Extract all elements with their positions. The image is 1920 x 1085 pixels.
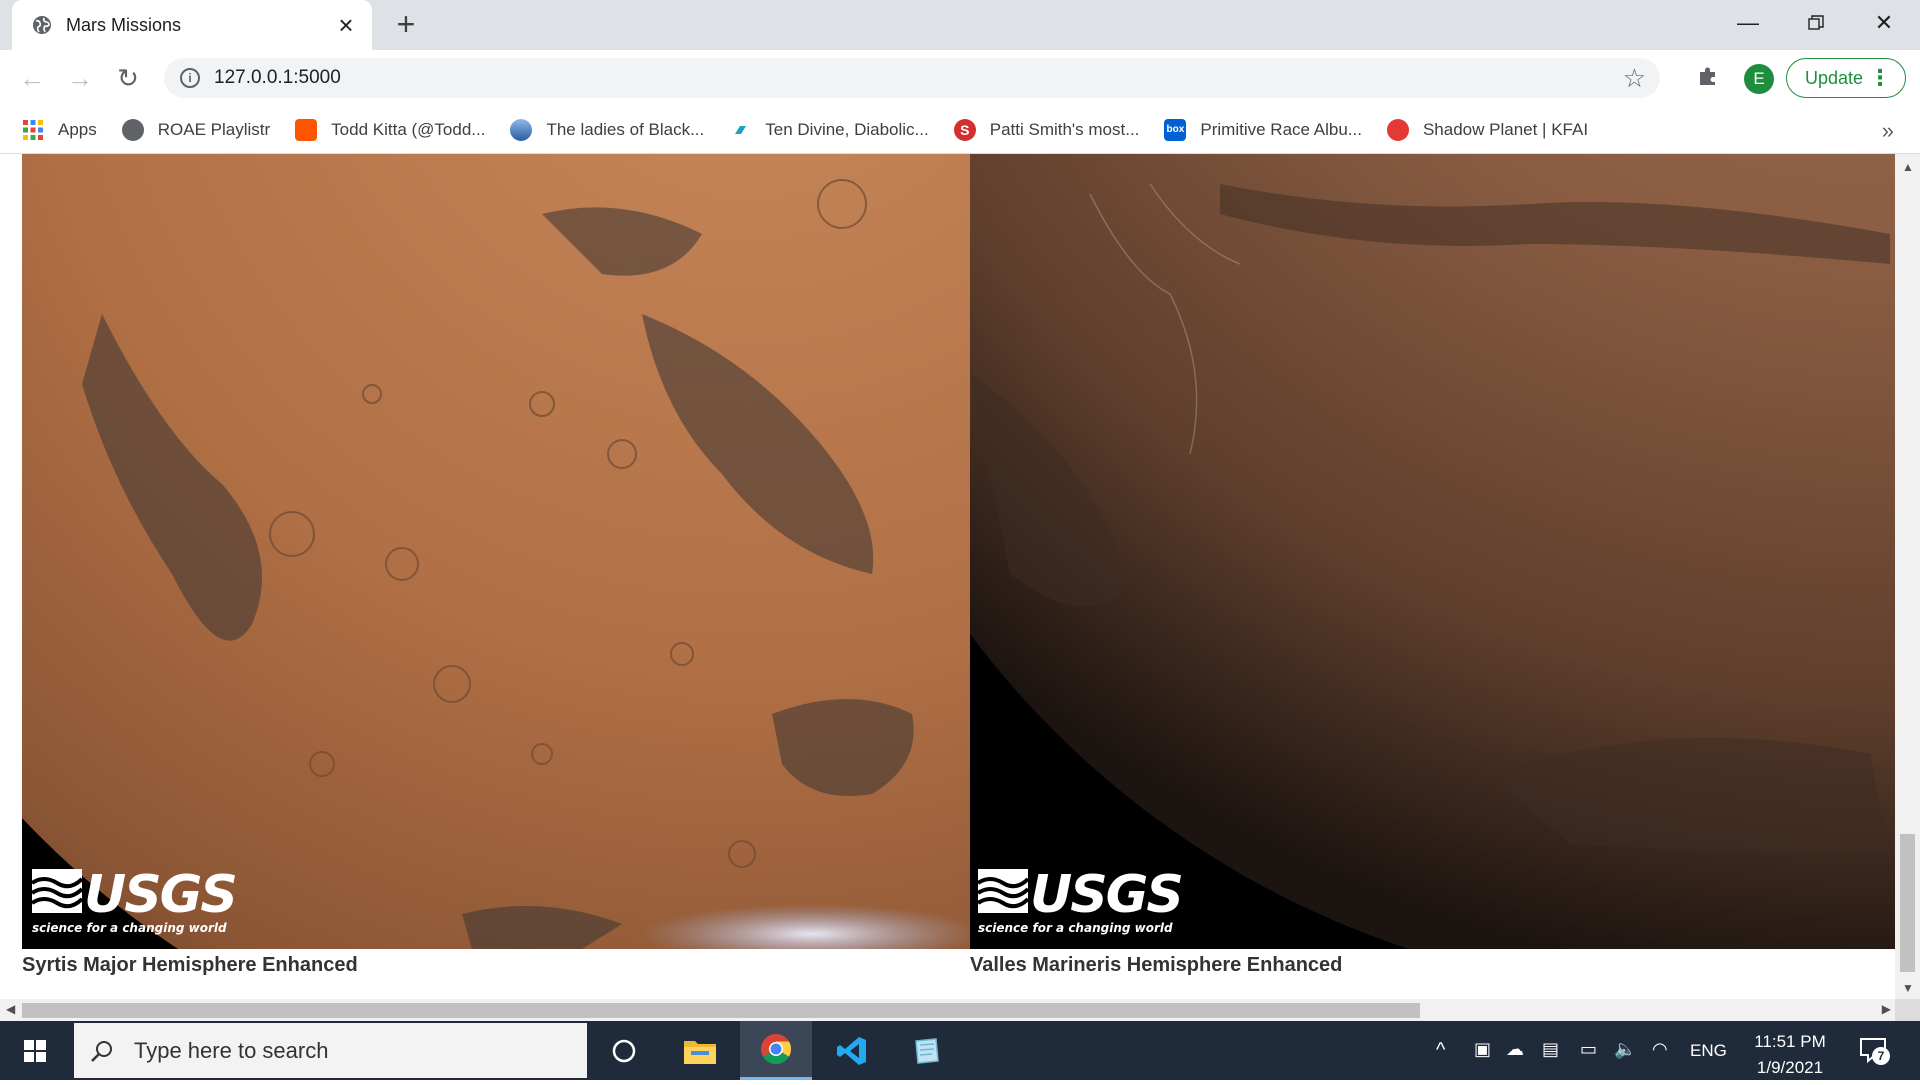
windows-taskbar: Type here to search ^ ▣ ☁ ▤ ▭ 🔈 ◠ ENG 11… — [0, 1021, 1920, 1080]
box-icon: box — [1164, 118, 1187, 141]
planet-icon — [510, 118, 533, 141]
tab-strip: Mars Missions × + — ✕ — [0, 0, 1920, 50]
forward-arrow-icon[interactable]: → — [64, 62, 96, 94]
search-icon — [91, 1040, 112, 1062]
bookmark-ladies-of-black[interactable]: The ladies of Black... — [510, 118, 705, 141]
bookmark-shadow-planet[interactable]: Shadow Planet | KFAI — [1386, 118, 1589, 141]
restore-icon[interactable] — [1792, 6, 1840, 40]
hemisphere-image-valles-marineris[interactable]: USGS science for a changing world — [970, 154, 1895, 949]
vscode-icon[interactable] — [816, 1021, 888, 1080]
update-label: Update — [1805, 67, 1864, 88]
meet-now-icon[interactable]: ▣ — [1474, 1039, 1491, 1060]
scroll-up-arrow-icon[interactable]: ▲ — [1902, 160, 1914, 174]
hemisphere-caption-syrtis-major: Syrtis Major Hemisphere Enhanced — [22, 954, 358, 976]
bookmark-label: The ladies of Black... — [546, 119, 705, 139]
usgs-tagline: science for a changing world — [978, 921, 1173, 935]
volume-icon[interactable]: 🔈 — [1614, 1039, 1636, 1060]
bookmark-label: Primitive Race Albu... — [1200, 119, 1362, 139]
wifi-icon[interactable]: ◠ — [1652, 1039, 1668, 1060]
show-hidden-icons-chevron-icon[interactable]: ^ — [1436, 1039, 1445, 1062]
scroll-right-arrow-icon[interactable]: ▶ — [1882, 1002, 1891, 1016]
clock-date: 1/9/2021 — [1756, 1058, 1824, 1077]
menu-dots-icon[interactable]: ⋮ — [1869, 65, 1891, 91]
bookmark-label: Todd Kitta (@Todd... — [331, 119, 486, 139]
bookmark-todd-kitta[interactable]: Todd Kitta (@Todd... — [295, 118, 486, 141]
windows-logo-icon — [24, 1040, 46, 1062]
bookmark-primitive-race[interactable]: box Primitive Race Albu... — [1164, 118, 1362, 141]
usgs-logo: USGS science for a changing world — [32, 869, 238, 935]
tab-title: Mars Missions — [66, 14, 182, 35]
bookmark-label: ROAE Playlistr — [157, 119, 271, 139]
tab-mars-missions[interactable]: Mars Missions × — [12, 0, 372, 50]
notepad-app-icon[interactable] — [890, 1021, 962, 1080]
new-tab-button[interactable]: + — [390, 8, 422, 41]
security-icon[interactable]: ▤ — [1542, 1039, 1559, 1060]
battery-icon[interactable]: ▭ — [1580, 1039, 1597, 1060]
usgs-wordmark: USGS — [1030, 865, 1184, 925]
bookmark-label: Apps — [58, 119, 97, 139]
bookmark-ten-divine[interactable]: Ten Divine, Diabolic... — [729, 119, 929, 141]
taskbar-search-box[interactable]: Type here to search — [74, 1023, 587, 1078]
globe-icon — [121, 118, 144, 141]
scroll-left-arrow-icon[interactable]: ◀ — [6, 1002, 15, 1016]
windows-start-button[interactable] — [0, 1021, 72, 1080]
usgs-waves-icon — [32, 869, 82, 913]
horizontal-scrollbar[interactable]: ◀ ▶ — [0, 999, 1895, 1021]
s-logo-icon: S — [953, 118, 976, 141]
url-text[interactable]: 127.0.0.1:5000 — [214, 67, 1623, 89]
horizontal-scroll-thumb[interactable] — [22, 1003, 1420, 1018]
bookmarks-bar: Apps ROAE Playlistr Todd Kitta (@Todd...… — [0, 106, 1920, 154]
input-language[interactable]: ENG — [1690, 1041, 1727, 1061]
action-center-icon[interactable]: 7 — [1858, 1035, 1890, 1065]
apps-grid-icon — [22, 119, 44, 141]
profile-avatar[interactable]: E — [1744, 64, 1774, 94]
bookmark-label: Ten Divine, Diabolic... — [765, 119, 929, 139]
onedrive-error-icon[interactable]: ☁ — [1506, 1039, 1524, 1060]
browser-toolbar: ← → ↻ i 127.0.0.1:5000 ☆ E Update ⋮ — [0, 50, 1920, 106]
chrome-icon[interactable] — [740, 1021, 812, 1080]
globe-icon — [33, 16, 51, 34]
close-window-icon[interactable]: ✕ — [1860, 6, 1908, 40]
scrollbar-corner — [1895, 999, 1920, 1021]
update-button[interactable]: Update ⋮ — [1786, 58, 1906, 98]
clock-time: 11:51 PM — [1754, 1032, 1826, 1051]
usgs-waves-icon — [978, 869, 1028, 913]
bookmarks-overflow-chevron-icon[interactable]: » — [1882, 118, 1894, 144]
scroll-down-arrow-icon[interactable]: ▼ — [1902, 981, 1914, 995]
extensions-puzzle-icon[interactable] — [1696, 64, 1720, 95]
minimize-icon[interactable]: — — [1724, 6, 1772, 40]
back-arrow-icon[interactable]: ← — [16, 62, 48, 94]
cortana-icon[interactable] — [588, 1021, 660, 1080]
tab-close-icon[interactable]: × — [334, 12, 358, 38]
system-clock[interactable]: 11:51 PM 1/9/2021 — [1740, 1029, 1840, 1081]
bookmark-star-icon[interactable]: ☆ — [1623, 63, 1646, 94]
bookmark-roae-playlistr[interactable]: ROAE Playlistr — [121, 118, 271, 141]
vertical-scroll-thumb[interactable] — [1900, 834, 1915, 972]
soundcloud-icon — [295, 118, 318, 141]
notification-count-badge: 7 — [1872, 1047, 1890, 1065]
usgs-logo: USGS science for a changing world — [978, 869, 1184, 935]
hemisphere-image-syrtis-major[interactable]: USGS science for a changing world — [22, 154, 970, 949]
bookmark-label: Patti Smith's most... — [989, 119, 1140, 139]
address-bar[interactable]: i 127.0.0.1:5000 ☆ — [164, 58, 1660, 98]
page-viewport: USGS science for a changing world USGS s… — [0, 154, 1895, 999]
bookmark-label: Shadow Planet | KFAI — [1422, 119, 1589, 139]
vertical-scrollbar[interactable]: ▲ ▼ — [1895, 154, 1920, 999]
file-explorer-icon[interactable] — [664, 1021, 736, 1080]
bookmark-apps[interactable]: Apps — [22, 119, 97, 141]
usgs-tagline: science for a changing world — [32, 921, 227, 935]
bookmark-patti-smith[interactable]: S Patti Smith's most... — [953, 118, 1140, 141]
usgs-wordmark: USGS — [84, 865, 238, 925]
site-info-icon[interactable]: i — [180, 68, 200, 88]
ladybug-icon — [1386, 118, 1409, 141]
search-placeholder: Type here to search — [134, 1037, 329, 1063]
bandcamp-icon — [729, 119, 751, 141]
hemisphere-caption-valles-marineris: Valles Marineris Hemisphere Enhanced — [970, 954, 1343, 976]
reload-icon[interactable]: ↻ — [112, 62, 144, 94]
